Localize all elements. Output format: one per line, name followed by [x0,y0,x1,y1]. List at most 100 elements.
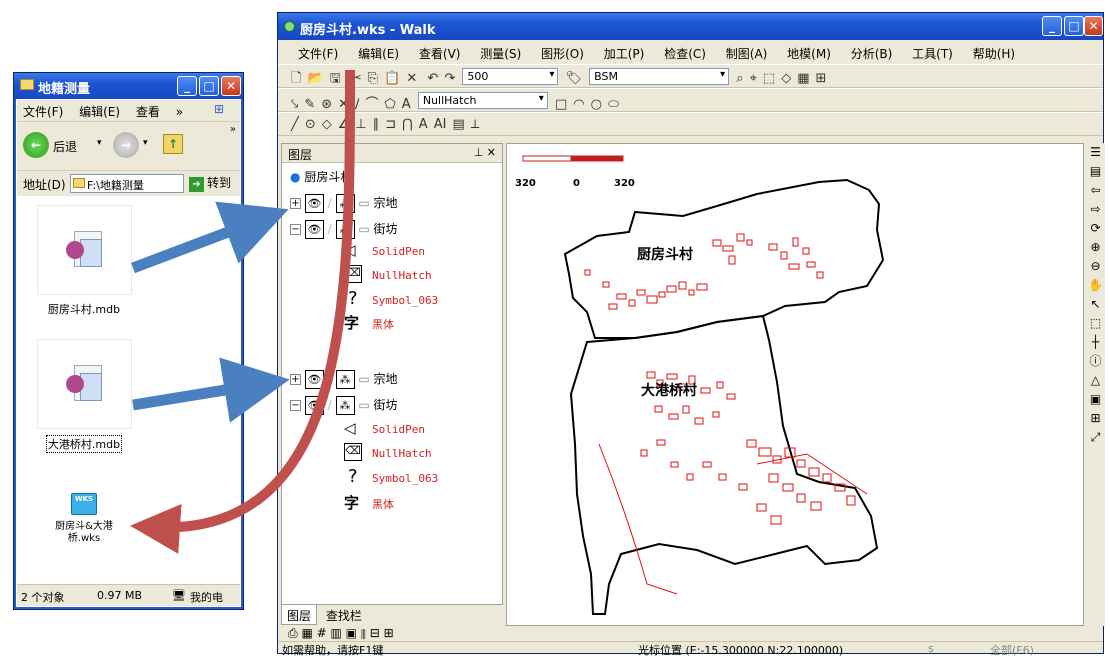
parallel-icon[interactable]: ∥ [373,117,380,132]
vertex-icon[interactable]: ✕ [338,97,349,111]
split-icon[interactable]: ⊞ [384,626,394,640]
label-toggle-icon[interactable]: ▭ [358,398,369,412]
undo-icon[interactable]: ↶ [427,71,438,86]
minimize-button[interactable]: _ [1042,16,1062,36]
statistics-icon[interactable]: ⫴ [361,626,366,640]
map-canvas[interactable]: 320 0 320 厨房斗村 大港桥村 [506,143,1084,626]
line-icon[interactable]: ∕ [355,97,359,111]
layer-item[interactable]: + 👁 ∕ ⁂ ▭ 宗地 [290,194,398,213]
zoom-out-icon[interactable]: ⊖ [1086,257,1105,276]
minimize-button[interactable]: _ [177,76,197,96]
layers-icon[interactable]: ☰ [1086,143,1105,162]
circle-icon[interactable]: ○ [591,97,602,111]
select-box-icon[interactable]: ⬚ [1086,314,1105,333]
annotation-icon[interactable]: AI [434,117,447,132]
open-folder-icon[interactable]: 📂 [307,71,323,86]
select-arrow-icon[interactable]: ↖ [1086,295,1105,314]
visibility-eye-icon[interactable]: 👁 [304,396,324,415]
field-combo[interactable]: BSM [589,68,730,85]
circle-tool-icon[interactable]: ⊙ [305,117,316,132]
node-edit-icon[interactable]: ⤥ [291,97,298,111]
pin-icon[interactable]: ⊥ ✕ [474,146,496,159]
table-icon[interactable]: ▤ [452,117,464,132]
polygon-icon[interactable]: ⬠ [384,97,395,111]
tab-search[interactable]: 查找栏 [321,605,367,625]
arc-icon[interactable]: ◠ [573,97,584,111]
perpendicular-icon[interactable]: ⊥ [355,117,366,132]
file-item[interactable]: 大港桥村.mdb [34,339,134,453]
info-icon[interactable]: ⓘ [1086,352,1105,371]
explorer-title-bar[interactable]: 地籍测量 _ □ ✕ [14,73,243,99]
style-symbol[interactable]: Symbol_063 [372,472,438,485]
refresh-icon[interactable]: ⟳ [1086,219,1105,238]
hatch-combo[interactable]: NullHatch [417,92,548,109]
forward-arrow-icon[interactable]: → [113,132,139,158]
merge-icon[interactable]: ⊟ [370,626,380,640]
pan-hand-icon[interactable]: ✋ [1086,276,1105,295]
measure-icon[interactable]: △ [1086,371,1105,390]
grid-icon[interactable]: # [317,626,327,640]
menu-view[interactable]: 查看(V) [419,47,461,61]
label-toggle-icon[interactable]: ▭ [358,372,369,386]
back-arrow-icon[interactable]: ← [23,132,49,158]
grid-icon[interactable]: ⊞ [816,71,827,86]
address-input[interactable]: F:\地籍测量 [70,174,184,193]
forward-dropdown-icon[interactable]: ▾ [143,138,148,148]
walk-title-bar[interactable]: 厨房斗村.wks - Walk _ □ ✕ [278,13,1103,40]
field-icon[interactable]: 🏷 [566,71,583,86]
ellipse-icon[interactable]: ⬭ [608,97,619,111]
layer-item[interactable]: − 👁 ∕ ⁂ ▭ 街坊 [290,396,398,415]
measure-icon[interactable]: ⟂ [471,117,480,132]
visibility-eye-icon[interactable]: 👁 [304,194,324,213]
file-item[interactable]: 厨房斗村.mdb [34,205,134,317]
magnet-icon[interactable]: ⋂ [402,117,413,132]
menu-more[interactable]: » [176,105,183,119]
layout-icon[interactable]: ▣ [346,626,357,640]
selectable-icon[interactable]: ⁂ [335,220,355,239]
edit-pen-icon[interactable]: ∕ [328,372,332,386]
select-icon[interactable]: ⬚ [763,71,775,86]
save-icon[interactable]: 🖫 [330,69,341,87]
maximize-button[interactable]: □ [1064,16,1084,36]
style-pen[interactable]: SolidPen [372,423,425,436]
paste-icon[interactable]: 📋 [384,71,400,86]
maximize-button[interactable]: □ [199,76,219,96]
chart-icon[interactable]: ▥ [331,626,342,640]
tab-layers[interactable]: 图层 [281,605,318,625]
menu-terrain[interactable]: 地模(M) [787,47,831,61]
text-icon[interactable]: A [402,97,411,111]
style-font[interactable]: 黑体 [372,496,394,512]
menu-survey[interactable]: 测量(S) [480,47,521,61]
selectable-icon[interactable]: ⁂ [335,396,355,415]
layer-root[interactable]: ● 厨房斗村 [290,168,352,185]
snap-icon[interactable]: ⊛ [321,97,332,111]
diamond-icon[interactable]: ◇ [322,117,332,132]
style-hatch[interactable]: NullHatch [372,447,432,460]
new-file-icon[interactable]: 🗋 [291,69,301,87]
back-dropdown-icon[interactable]: ▾ [97,138,102,148]
expand-icon[interactable]: + [290,374,301,385]
layout-icon[interactable]: ▣ [1086,390,1105,409]
close-button[interactable]: ✕ [221,76,241,96]
redo-icon[interactable]: ↷ [444,71,455,86]
draw-line-icon[interactable]: ╱ [291,117,299,132]
selectable-icon[interactable]: ⁂ [335,370,355,389]
toolbar-overflow-icon[interactable]: » [230,124,236,135]
menu-view[interactable]: 查看 [136,105,160,119]
up-folder-icon[interactable]: ↑ [163,134,183,154]
style-pen[interactable]: SolidPen [372,245,425,258]
visibility-eye-icon[interactable]: 👁 [304,370,324,389]
menu-file[interactable]: 文件(F) [23,105,63,119]
menu-cartography[interactable]: 制图(A) [726,47,768,61]
copy-icon[interactable]: ⎘ [368,71,378,86]
menu-check[interactable]: 检查(C) [664,47,706,61]
menu-tools[interactable]: 工具(T) [912,47,953,61]
collapse-icon[interactable]: − [290,400,301,411]
style-hatch[interactable]: NullHatch [372,269,432,282]
menu-edit[interactable]: 编辑(E) [358,47,399,61]
query-icon[interactable]: ⌕ [736,71,743,86]
edit-pen-icon[interactable]: ∕ [328,222,332,236]
menu-edit[interactable]: 编辑(E) [79,105,120,119]
identify-icon[interactable]: ⌖ [750,71,757,86]
collapse-icon[interactable]: − [290,224,301,235]
